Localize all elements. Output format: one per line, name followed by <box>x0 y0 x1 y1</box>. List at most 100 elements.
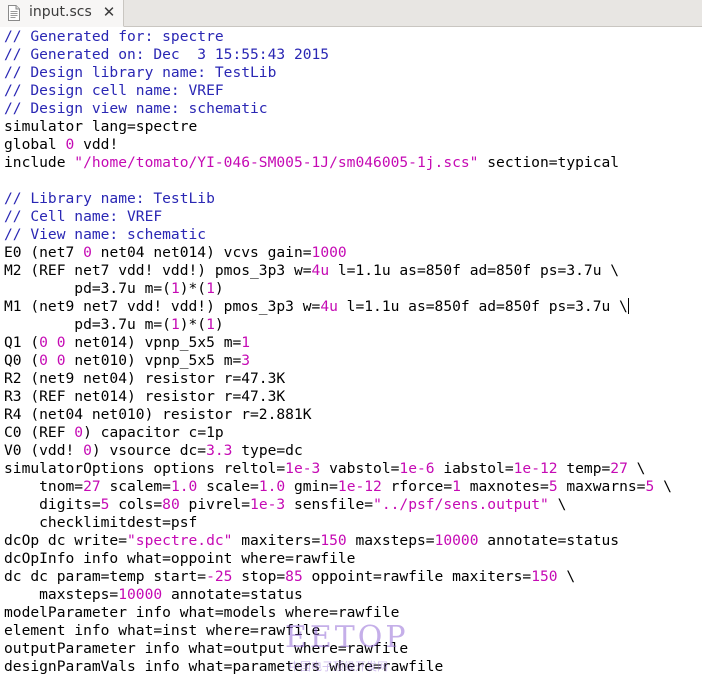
number-token: 0 <box>83 442 92 459</box>
comment-token: // Design view name: schematic <box>4 100 268 117</box>
code-token: dc dc param=temp start= <box>4 568 207 585</box>
code-token: gmin= <box>285 478 338 495</box>
code-token: net010) vpnp_5x5 m= <box>65 352 242 369</box>
comment-token: // Library name: TestLib <box>4 190 215 207</box>
number-token: 1 <box>452 478 461 495</box>
number-token: 80 <box>162 496 180 513</box>
code-token: simulatorOptions options reltol= <box>4 460 286 477</box>
code-line: Q1 (0 0 net014) vpnp_5x5 m=1 <box>4 334 672 352</box>
code-token: include <box>4 154 75 171</box>
number-token: 150 <box>531 568 558 585</box>
code-token: maxwarns= <box>557 478 646 495</box>
text-file-icon <box>7 5 21 21</box>
code-line: // Design cell name: VREF <box>4 82 672 100</box>
string-token: "/home/tomato/YI-046-SM005-1J/sm046005-1… <box>74 154 479 171</box>
number-token: 1.0 <box>258 478 286 495</box>
code-token: ) capacitor c=1p <box>83 424 224 441</box>
comment-token: // Generated for: spectre <box>4 28 224 45</box>
code-token: iabstol= <box>434 460 514 477</box>
code-token: ) <box>214 316 224 333</box>
code-token: )*( <box>179 316 207 333</box>
code-lines: // Generated for: spectre// Generated on… <box>4 28 672 676</box>
code-token: dcOp dc write= <box>4 532 128 549</box>
code-line: maxsteps=10000 annotate=status <box>4 586 672 604</box>
number-token: 5 <box>548 478 558 495</box>
code-token: dcOpInfo info what=oppoint where=rawfile <box>4 550 356 567</box>
code-line: outputParameter info what=output where=r… <box>4 640 672 658</box>
number-token: 1e-3 <box>285 460 321 477</box>
code-line: // Generated for: spectre <box>4 28 672 46</box>
code-token: global <box>4 136 66 153</box>
code-line: include "/home/tomato/YI-046-SM005-1J/sm… <box>4 154 672 172</box>
code-line: pd=3.7u m=(1)*(1) <box>4 280 672 298</box>
code-token: cols= <box>109 496 163 513</box>
tab-input-scs[interactable]: input.scs ✕ <box>0 0 124 27</box>
code-line: digits=5 cols=80 pivrel=1e-3 sensfile=".… <box>4 496 672 514</box>
number-token: 1.0 <box>170 478 198 495</box>
code-token: pd=3.7u m=( <box>4 316 171 333</box>
code-token: scale= <box>197 478 259 495</box>
code-token: stop= <box>232 568 286 585</box>
code-token: \ <box>627 460 646 477</box>
code-token: \ <box>557 568 576 585</box>
code-token: l=1.1u as=850f ad=850f ps=3.7u \ <box>329 262 620 279</box>
code-line: checklimitdest=psf <box>4 514 672 532</box>
code-token: E0 (net7 <box>4 244 84 261</box>
comment-token: // Design library name: TestLib <box>4 64 277 81</box>
code-token: type=dc <box>232 442 303 459</box>
comment-token: // Design cell name: VREF <box>4 82 224 99</box>
text-cursor <box>627 298 629 314</box>
code-token: R3 (REF net014) resistor r=47.3K <box>4 388 286 405</box>
code-line: Q0 (0 0 net010) vpnp_5x5 m=3 <box>4 352 672 370</box>
number-token: 1 <box>206 316 215 333</box>
code-line: R2 (net9 net04) resistor r=47.3K <box>4 370 672 388</box>
code-line: dcOpInfo info what=oppoint where=rawfile <box>4 550 672 568</box>
code-token: Q1 ( <box>4 334 40 351</box>
code-token: maxiters= <box>232 532 321 549</box>
code-line: // Generated on: Dec 3 15:55:43 2015 <box>4 46 672 64</box>
code-token: digits= <box>4 496 101 513</box>
number-token: 1 <box>206 280 215 297</box>
code-line: element info what=inst where=rawfile <box>4 622 672 640</box>
number-token: 10000 <box>434 532 479 549</box>
code-line: C0 (REF 0) capacitor c=1p <box>4 424 672 442</box>
number-token: 0 <box>83 244 92 261</box>
number-token: 1e-12 <box>513 460 558 477</box>
code-token: simulator lang=spectre <box>4 118 198 135</box>
number-token: 5 <box>645 478 655 495</box>
code-token: maxsteps= <box>4 586 119 603</box>
number-token: 150 <box>320 532 347 549</box>
close-icon[interactable]: ✕ <box>101 3 117 21</box>
code-line: designParamVals info what=parameters whe… <box>4 658 672 676</box>
code-token: Q0 ( <box>4 352 40 369</box>
code-token: rforce= <box>381 478 453 495</box>
code-token: tnom= <box>4 478 84 495</box>
code-token: scalem= <box>100 478 171 495</box>
code-token: net014) vpnp_5x5 m= <box>65 334 242 351</box>
code-line: R3 (REF net014) resistor r=47.3K <box>4 388 672 406</box>
code-token: designParamVals info what=parameters whe… <box>4 658 444 675</box>
number-token: 0 <box>56 352 66 369</box>
code-token: vabstol= <box>320 460 400 477</box>
code-token: maxsteps= <box>346 532 435 549</box>
string-token: "spectre.dc" <box>127 532 233 549</box>
code-token: element info what=inst where=rawfile <box>4 622 321 639</box>
number-token: 0 <box>65 136 75 153</box>
code-line: // View name: schematic <box>4 226 672 244</box>
code-token: ) <box>214 280 224 297</box>
code-line: dcOp dc write="spectre.dc" maxiters=150 … <box>4 532 672 550</box>
code-line: M1 (net9 net7 vdd! vdd!) pmos_3p3 w=4u l… <box>4 298 672 316</box>
text-editor[interactable]: // Generated for: spectre// Generated on… <box>0 27 702 677</box>
code-line: simulatorOptions options reltol=1e-3 vab… <box>4 460 672 478</box>
code-token: R2 (net9 net04) resistor r=47.3K <box>4 370 286 387</box>
number-token: 1e-3 <box>250 496 286 513</box>
code-line: E0 (net7 0 net04 net014) vcvs gain=1000 <box>4 244 672 262</box>
code-token: annotate=status <box>478 532 620 549</box>
code-line: dc dc param=temp start=-25 stop=85 oppoi… <box>4 568 672 586</box>
code-token: section=typical <box>478 154 620 171</box>
number-token: 0 <box>74 424 84 441</box>
number-token: 0 <box>56 334 66 351</box>
code-token: V0 (vdd! <box>4 442 84 459</box>
code-line: // Cell name: VREF <box>4 208 672 226</box>
